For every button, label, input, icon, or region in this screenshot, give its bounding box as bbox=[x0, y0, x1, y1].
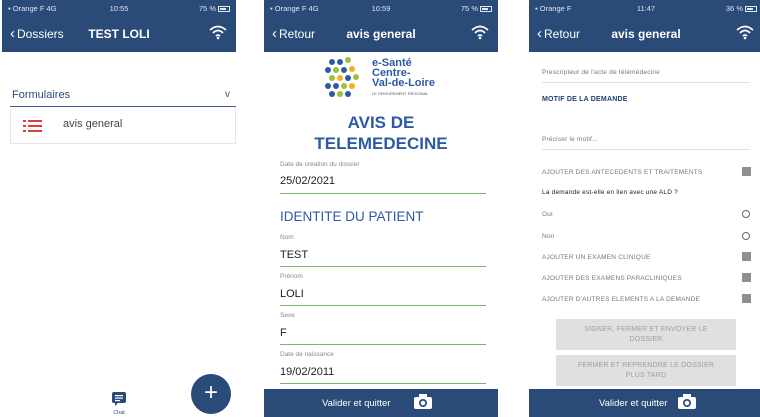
field-value-prenom[interactable]: LOLI bbox=[280, 288, 304, 300]
esante-logo: e-Santé Centre- Val-de-Loire LE GROUPEME… bbox=[324, 56, 454, 104]
status-bar: ▪ Orange F 4G 10:59 75 % bbox=[264, 2, 498, 16]
field-label-date-creation: Date de création du dossier bbox=[280, 161, 360, 168]
page-title: avis general bbox=[611, 27, 681, 41]
wifi-icon bbox=[209, 25, 227, 40]
camera-icon[interactable] bbox=[414, 394, 432, 409]
oui-radio[interactable] bbox=[742, 210, 750, 218]
ald-question: La demande est-elle en lien avec une ALD… bbox=[542, 189, 678, 196]
form-title-line1: AVIS DE bbox=[347, 113, 415, 132]
validate-quit-button[interactable]: Valider et quitter bbox=[599, 398, 667, 409]
screen-avis-general-motif: ▪ Orange F 11:47 36 % ‹ Retour avis gener… bbox=[529, 0, 760, 417]
validate-quit-button[interactable]: Valider et quitter bbox=[322, 398, 390, 409]
logo-tagline: LE GROUPEMENT RÉGIONAL bbox=[372, 91, 429, 96]
non-radio[interactable] bbox=[742, 232, 750, 240]
battery-icon bbox=[745, 6, 757, 13]
autres-elements-label: AJOUTER D'AUTRES ELEMENTS A LA DEMANDE bbox=[542, 296, 701, 303]
chat-icon bbox=[112, 392, 126, 406]
field-underline bbox=[280, 383, 486, 384]
battery-icon bbox=[480, 6, 492, 13]
nav-bar: ▪ Orange F 4G 10:59 75 % ‹ Retour avis ge… bbox=[264, 0, 498, 52]
screen-dossier: ▪ Orange F 4G 10:55 75 % ‹ Dossiers TEST … bbox=[2, 0, 236, 417]
field-label-prenom: Prénom bbox=[280, 273, 303, 280]
field-label-sexe: Sexe bbox=[280, 312, 295, 319]
list-item-label: avis general bbox=[63, 118, 123, 130]
wifi-icon bbox=[736, 25, 754, 40]
battery: 75 % bbox=[199, 4, 230, 13]
sign-send-button[interactable]: SIGNER, FERMER ET ENVOYER LE DOSSIER bbox=[556, 319, 736, 350]
section-label: Formulaires bbox=[12, 89, 71, 101]
antecedents-checkbox[interactable] bbox=[742, 167, 751, 176]
bottom-bar: Valider et quitter bbox=[529, 389, 760, 417]
field-value-sexe[interactable]: F bbox=[280, 327, 287, 339]
form-title-line2: TELEMEDECINE bbox=[314, 134, 448, 153]
wifi-icon bbox=[471, 25, 489, 40]
field-underline bbox=[280, 344, 486, 345]
battery-icon bbox=[218, 6, 230, 13]
chevron-down-icon: v bbox=[225, 89, 230, 100]
field-label-date-naissance: Date de naissance bbox=[280, 351, 334, 358]
field-value-nom[interactable]: TEST bbox=[280, 249, 308, 261]
logo-dots-icon bbox=[325, 57, 359, 97]
battery: 36 % bbox=[726, 4, 757, 13]
field-underline bbox=[542, 82, 750, 83]
field-value-date-naissance[interactable]: 19/02/2011 bbox=[280, 366, 334, 378]
status-bar: ▪ Orange F 11:47 36 % bbox=[529, 2, 760, 16]
oui-label: Oui bbox=[542, 211, 553, 218]
list-icon bbox=[23, 120, 42, 132]
examens-paracliniques-checkbox[interactable] bbox=[742, 273, 751, 282]
non-label: Non bbox=[542, 233, 555, 240]
antecedents-label: AJOUTER DES ANTECEDENTS ET TRAITEMENTS bbox=[542, 169, 703, 176]
chat-label: Chat bbox=[113, 410, 125, 416]
formulaires-section[interactable]: Formulaires v bbox=[10, 87, 236, 107]
field-underline bbox=[280, 266, 486, 267]
nav-bar: ▪ Orange F 11:47 36 % ‹ Retour avis gener… bbox=[529, 0, 760, 52]
screen-avis-general: ▪ Orange F 4G 10:59 75 % ‹ Retour avis ge… bbox=[264, 0, 498, 417]
page-title: TEST LOLI bbox=[88, 27, 150, 41]
field-underline bbox=[280, 305, 486, 306]
close-resume-button[interactable]: FERMER ET REPRENDRE LE DOSSIER PLUS TARD bbox=[556, 355, 736, 386]
nav-bar: ▪ Orange F 4G 10:55 75 % ‹ Dossiers TEST … bbox=[2, 0, 236, 52]
motif-title: MOTIF DE LA DEMANDE bbox=[542, 96, 628, 103]
autres-elements-checkbox[interactable] bbox=[742, 294, 751, 303]
list-item[interactable]: avis general bbox=[10, 108, 236, 144]
sign-send-label-2: DOSSIER bbox=[629, 336, 663, 343]
add-button[interactable]: + bbox=[191, 374, 231, 414]
status-bar: ▪ Orange F 4G 10:55 75 % bbox=[2, 2, 236, 16]
examen-clinique-label: AJOUTER UN EXAMEN CLINIQUE bbox=[542, 254, 651, 261]
close-resume-label-2: PLUS TARD bbox=[625, 372, 667, 379]
bottom-bar: Valider et quitter bbox=[264, 389, 498, 417]
field-value-date-creation[interactable]: 25/02/2021 bbox=[280, 175, 335, 187]
field-underline bbox=[280, 193, 486, 194]
logo-line3: Val-de-Loire bbox=[372, 77, 435, 89]
chat-button[interactable]: Chat bbox=[108, 391, 130, 417]
page-title: avis general bbox=[346, 27, 416, 41]
examens-paracliniques-label: AJOUTER DES EXAMENS PARACLINIQUES bbox=[542, 275, 682, 282]
camera-icon[interactable] bbox=[678, 394, 696, 409]
motif-input[interactable]: Préciser le motif... bbox=[542, 136, 598, 143]
prescripteur-field[interactable]: Prescripteur de l'acte de télémédecine bbox=[542, 69, 660, 76]
section-title: IDENTITE DU PATIENT bbox=[280, 209, 424, 224]
battery: 75 % bbox=[461, 4, 492, 13]
examen-clinique-checkbox[interactable] bbox=[742, 252, 751, 261]
sign-send-label-1: SIGNER, FERMER ET ENVOYER LE bbox=[584, 326, 708, 333]
field-underline bbox=[542, 149, 750, 150]
close-resume-label-1: FERMER ET REPRENDRE LE DOSSIER bbox=[577, 362, 715, 369]
field-label-nom: Nom bbox=[280, 234, 294, 241]
